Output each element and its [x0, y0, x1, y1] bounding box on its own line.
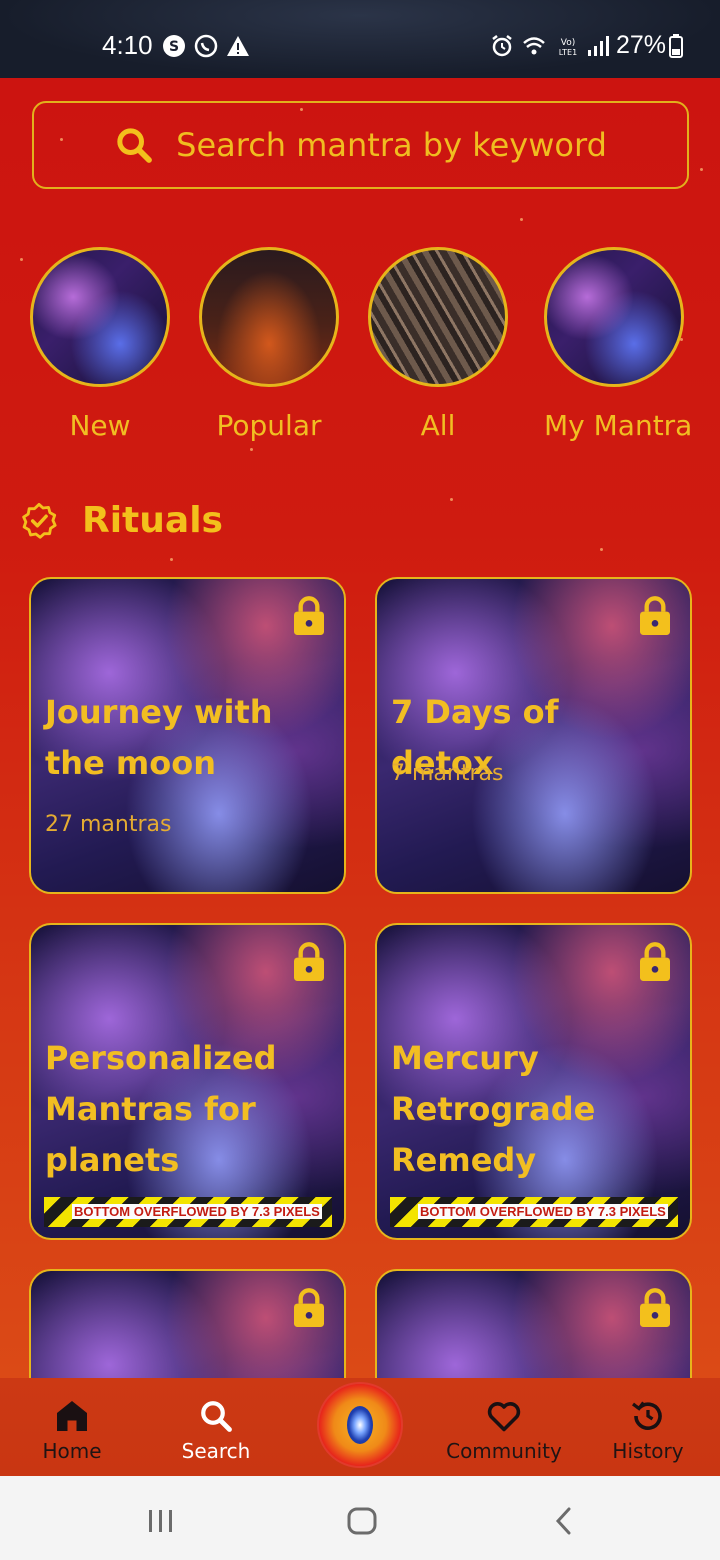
section-title: Rituals: [82, 500, 223, 541]
status-bar: 4:10 S Vo) LTE1 27%: [0, 0, 720, 78]
status-time: 4:10: [102, 30, 153, 60]
card-count: 27 mantras: [45, 812, 172, 837]
whatsapp-icon: [194, 34, 218, 58]
ritual-card[interactable]: 7 Days of detox 7 mantras: [375, 577, 692, 894]
category-image: [199, 247, 339, 387]
category-all[interactable]: All: [368, 247, 508, 442]
skype-icon: S: [163, 35, 185, 57]
nav-community[interactable]: Community: [432, 1378, 576, 1476]
nav-label: Home: [42, 1439, 102, 1463]
ritual-card[interactable]: Personalized Mantras for planets 9 mantr…: [29, 923, 346, 1240]
lock-icon: [294, 942, 324, 981]
alarm-icon: [492, 35, 512, 57]
category-new[interactable]: New: [30, 247, 170, 442]
search-icon: [117, 128, 153, 163]
search-placeholder: Search mantra by keyword: [176, 126, 607, 164]
card-title: Personalized Mantras for planets: [45, 1039, 277, 1179]
overflow-text: BOTTOM OVERFLOWED BY 7.3 PIXELS: [418, 1204, 668, 1219]
overflow-warning: BOTTOM OVERFLOWED BY 7.3 PIXELS: [44, 1197, 332, 1227]
logo-eye: [347, 1406, 373, 1444]
heart-icon: [487, 1402, 521, 1432]
home-icon: [57, 1401, 87, 1431]
lock-icon: [294, 1288, 324, 1327]
recents-icon[interactable]: [146, 1508, 176, 1534]
lock-icon: [640, 942, 670, 981]
overflow-text: BOTTOM OVERFLOWED BY 7.3 PIXELS: [72, 1204, 322, 1219]
category-image: [544, 247, 684, 387]
overflow-warning: BOTTOM OVERFLOWED BY 7.3 PIXELS: [390, 1197, 678, 1227]
nav-label: Search: [181, 1439, 251, 1463]
wifi-icon: [523, 37, 545, 55]
category-label: All: [420, 409, 456, 442]
category-label: New: [69, 409, 131, 442]
signal-icon: [588, 36, 609, 56]
app-screen: Search mantra by keyword New Popular All…: [0, 78, 720, 1378]
nav-center-logo[interactable]: [288, 1378, 432, 1476]
battery-charging-icon: [669, 34, 683, 58]
section-header-rituals: Rituals: [20, 500, 223, 541]
category-image: [368, 247, 508, 387]
back-icon[interactable]: [552, 1506, 574, 1536]
battery-level: 27%: [616, 31, 667, 59]
category-label: Popular: [216, 409, 322, 442]
svg-text:S: S: [169, 39, 179, 55]
ritual-card[interactable]: [375, 1269, 692, 1378]
home-button-icon[interactable]: [346, 1506, 378, 1536]
ritual-card[interactable]: [29, 1269, 346, 1378]
category-popular[interactable]: Popular: [199, 247, 339, 442]
volte-icon: Vo)LTE1: [559, 38, 577, 57]
category-image: [30, 247, 170, 387]
bottom-nav: Home Search Community History: [0, 1378, 720, 1476]
category-label: My Mantra: [544, 409, 693, 442]
search-icon: [201, 1401, 232, 1432]
badge-check-icon: [22, 502, 57, 539]
nav-label: History: [612, 1439, 684, 1463]
nav-home[interactable]: Home: [0, 1378, 144, 1476]
nav-search[interactable]: Search: [144, 1378, 288, 1476]
svg-text:Vo): Vo): [561, 38, 575, 48]
lock-icon: [294, 596, 324, 635]
svg-text:LTE1: LTE1: [559, 48, 577, 57]
search-bar[interactable]: Search mantra by keyword: [32, 101, 689, 189]
history-icon: [632, 1401, 662, 1430]
lock-icon: [640, 596, 670, 635]
ritual-card[interactable]: Journey with the moon 27 mantras: [29, 577, 346, 894]
lock-icon: [640, 1288, 670, 1327]
warning-icon: [227, 36, 249, 56]
nav-history[interactable]: History: [576, 1378, 720, 1476]
card-title: Journey with the moon: [45, 693, 273, 782]
system-nav-bar: [0, 1476, 720, 1560]
nav-label: Community: [446, 1439, 562, 1463]
card-count: 7 mantras: [391, 761, 504, 786]
ritual-card[interactable]: Mercury Retrograde Remedy 7 mantras BOTT…: [375, 923, 692, 1240]
om-sun-logo: [317, 1382, 403, 1468]
card-title: Mercury Retrograde Remedy: [391, 1039, 596, 1179]
category-my-mantra[interactable]: My Mantra: [544, 247, 693, 442]
